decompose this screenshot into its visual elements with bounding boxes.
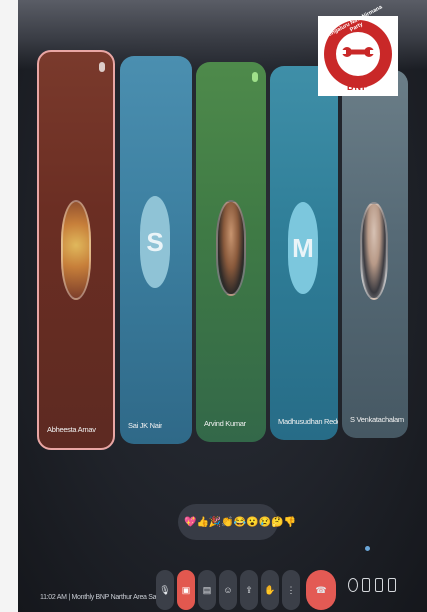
party-logo: Bengaluru NavaNirmana Party BNP [318, 4, 398, 96]
camera-off-button[interactable]: ▣ [177, 570, 195, 610]
reaction-emoji[interactable]: 🎉 [209, 517, 221, 528]
more-icon: ⋮ [286, 584, 296, 595]
reaction-emoji[interactable]: 👎 [284, 517, 296, 528]
captions-button[interactable]: ▤ [198, 570, 216, 610]
participant-name: Arvind Kumar [204, 419, 246, 428]
participant-avatar-photo [61, 200, 91, 300]
hand-icon: ✋ [264, 584, 276, 595]
meeting-info: 11:02 AM | Monthly BNP Narthur Area Sabh… [40, 594, 174, 601]
reaction-emoji[interactable]: 😮 [246, 517, 258, 528]
chat-icon[interactable] [375, 578, 383, 592]
participant-name: Abheesta Arnav [47, 425, 96, 434]
end-call-button[interactable]: ☎ [306, 570, 336, 610]
present-icon: ⇪ [245, 584, 253, 595]
info-icon[interactable] [348, 578, 358, 592]
mic-button[interactable]: 🎙 [156, 570, 174, 610]
participant-name: S Venkatachalam [350, 415, 404, 424]
mic-indicator-icon [99, 62, 105, 72]
activities-icon[interactable] [388, 578, 396, 592]
indicator-dot [365, 546, 370, 551]
mic-icon: 🎙 [159, 584, 171, 595]
emoji-button[interactable]: ☺ [219, 570, 237, 610]
participant-avatar-photo [216, 200, 246, 296]
wrench-icon [342, 47, 374, 57]
participant-tile-sai[interactable]: S Sai JK Nair [120, 56, 192, 444]
phone-hangup-icon: ☎ [315, 584, 327, 595]
participant-name: Sai JK Nair [128, 421, 163, 430]
logo-abbreviation: BNP [346, 82, 369, 92]
participant-name: Madhusudhan Reddy (Mad... [278, 417, 338, 426]
participant-avatar-photo [360, 202, 388, 300]
raise-hand-button[interactable]: ✋ [261, 570, 279, 610]
meeting-separator: | [68, 594, 70, 601]
meeting-time: 11:02 AM [40, 594, 67, 601]
captions-icon: ▤ [202, 584, 212, 595]
participant-tile-venkatachalam[interactable]: S Venkatachalam [342, 70, 408, 438]
participant-avatar-initial: S [140, 196, 170, 288]
participant-tile-abheesta[interactable]: Abheesta Arnav [37, 50, 115, 450]
reaction-emoji[interactable]: 💖 [184, 517, 196, 528]
emoji-icon: ☺ [223, 585, 233, 595]
photo-margin [0, 0, 18, 612]
camera-off-icon: ▣ [181, 584, 191, 595]
present-button[interactable]: ⇪ [240, 570, 258, 610]
mic-indicator-icon [252, 72, 258, 82]
more-options-button[interactable]: ⋮ [282, 570, 300, 610]
reaction-emoji[interactable]: 👍 [196, 517, 208, 528]
participant-avatar-initial: M [288, 202, 318, 294]
participant-tile-arvind[interactable]: Arvind Kumar [196, 62, 266, 442]
reaction-emoji[interactable]: 😢 [259, 517, 271, 528]
reaction-emoji[interactable]: 🤔 [271, 517, 283, 528]
reaction-emoji[interactable]: 😂 [234, 517, 246, 528]
reaction-emoji[interactable]: 👏 [221, 517, 233, 528]
participant-tile-madhusudhan[interactable]: M Madhusudhan Reddy (Mad... [270, 66, 338, 440]
reaction-bar[interactable]: 💖 👍 🎉 👏 😂 😮 😢 🤔 👎 [178, 504, 296, 540]
people-icon[interactable] [362, 578, 370, 592]
